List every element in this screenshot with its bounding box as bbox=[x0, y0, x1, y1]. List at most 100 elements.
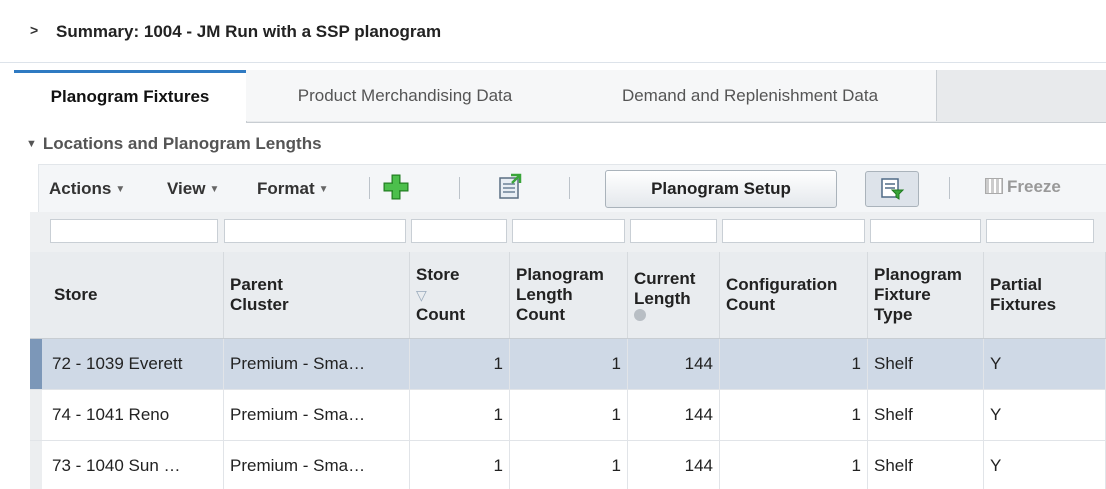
table-row[interactable]: 74 - 1041 Reno Premium - Sma… 1 1 144 1 … bbox=[30, 390, 1106, 441]
cell-store-count: 1 bbox=[410, 390, 510, 440]
header-label: Planogram bbox=[516, 265, 604, 284]
tab-demand-and-replenishment-data[interactable]: Demand and Replenishment Data bbox=[564, 70, 937, 121]
header-label: Count bbox=[516, 305, 566, 324]
header-label: Planogram bbox=[874, 265, 962, 284]
column-header-store-count[interactable]: Store ▽ Count bbox=[410, 252, 510, 338]
freeze-label: Freeze bbox=[1007, 177, 1061, 196]
info-icon[interactable] bbox=[634, 309, 646, 321]
column-header-planogram-length-count[interactable]: Planogram Length Count bbox=[510, 252, 628, 338]
filter-input-planogram-length-count[interactable] bbox=[512, 219, 625, 243]
chevron-down-icon: ▼ bbox=[318, 184, 329, 195]
export-icon[interactable] bbox=[497, 173, 523, 206]
table-header-row: Store Parent Cluster Store ▽ Count Planog… bbox=[30, 252, 1106, 339]
header-label: Length bbox=[516, 285, 573, 304]
cell-current-length: 144 bbox=[628, 390, 720, 440]
cell-configuration-count: 1 bbox=[720, 441, 868, 489]
filter-input-configuration-count[interactable] bbox=[722, 219, 865, 243]
planogram-lengths-table: Store Parent Cluster Store ▽ Count Planog… bbox=[30, 212, 1106, 489]
table-row[interactable]: 73 - 1040 Sun … Premium - Sma… 1 1 144 1… bbox=[30, 441, 1106, 489]
filter-input-fixture-type[interactable] bbox=[870, 219, 981, 243]
toolbar-divider bbox=[459, 177, 460, 199]
column-header-current-length[interactable]: Current Length bbox=[628, 252, 720, 338]
cell-partial-fixtures: Y bbox=[984, 339, 1106, 389]
filter-input-parent-cluster[interactable] bbox=[224, 219, 406, 243]
cell-fixture-type: Shelf bbox=[868, 390, 984, 440]
cell-current-length: 144 bbox=[628, 339, 720, 389]
row-selection-marker[interactable] bbox=[30, 390, 42, 440]
cell-configuration-count: 1 bbox=[720, 390, 868, 440]
toolbar-divider bbox=[569, 177, 570, 199]
format-menu[interactable]: Format ▼ bbox=[257, 179, 329, 199]
tab-strip: Planogram Fixtures Product Merchandising… bbox=[14, 70, 1106, 123]
summary-header: > Summary: 1004 - JM Run with a SSP plan… bbox=[0, 0, 1106, 63]
header-label: Partial bbox=[990, 275, 1042, 294]
section-header[interactable]: ▼ Locations and Planogram Lengths bbox=[26, 134, 322, 154]
header-label: Cluster bbox=[230, 295, 289, 314]
cell-configuration-count: 1 bbox=[720, 339, 868, 389]
view-menu[interactable]: View ▼ bbox=[167, 179, 219, 199]
header-label: Current bbox=[634, 269, 696, 288]
header-label: Parent bbox=[230, 275, 283, 294]
column-header-configuration-count[interactable]: Configuration Count bbox=[720, 252, 868, 338]
cell-planogram-length-count: 1 bbox=[510, 390, 628, 440]
filter-input-store[interactable] bbox=[50, 219, 218, 243]
header-label-with-sort: Store ▽ bbox=[416, 265, 465, 305]
filter-input-store-count[interactable] bbox=[411, 219, 507, 243]
table-toolbar: Actions ▼ View ▼ Format ▼ Planogram Setup bbox=[38, 164, 1106, 214]
chevron-down-icon: ▼ bbox=[115, 184, 126, 195]
filter-input-partial-fixtures[interactable] bbox=[986, 219, 1094, 243]
row-selection-marker[interactable] bbox=[30, 339, 42, 389]
cell-partial-fixtures: Y bbox=[984, 390, 1106, 440]
column-header-parent-cluster[interactable]: Parent Cluster bbox=[224, 252, 410, 338]
chevron-down-icon: ▼ bbox=[209, 184, 220, 195]
freeze-columns-icon bbox=[985, 178, 1003, 194]
cell-fixture-type: Shelf bbox=[868, 339, 984, 389]
freeze-button[interactable]: Freeze bbox=[985, 177, 1061, 197]
view-menu-label: View bbox=[167, 179, 206, 198]
table-row[interactable]: 72 - 1039 Everett Premium - Sma… 1 1 144… bbox=[30, 339, 1106, 390]
header-label: Store bbox=[54, 285, 98, 304]
expand-chevron-icon[interactable]: > bbox=[30, 22, 38, 38]
header-label: Fixture bbox=[874, 285, 931, 304]
cell-partial-fixtures: Y bbox=[984, 441, 1106, 489]
tab-planogram-fixtures[interactable]: Planogram Fixtures bbox=[14, 70, 247, 123]
column-header-store[interactable]: Store bbox=[44, 252, 224, 338]
toolbar-divider bbox=[949, 177, 950, 199]
column-header-fixture-type[interactable]: Planogram Fixture Type bbox=[868, 252, 984, 338]
cell-parent-cluster: Premium - Sma… bbox=[224, 441, 410, 489]
header-label: Count bbox=[416, 305, 466, 324]
cell-planogram-length-count: 1 bbox=[510, 339, 628, 389]
actions-menu[interactable]: Actions ▼ bbox=[49, 179, 125, 199]
header-label: Fixtures bbox=[990, 295, 1057, 314]
cell-current-length: 144 bbox=[628, 441, 720, 489]
header-label: Count bbox=[726, 295, 776, 314]
cell-store-count: 1 bbox=[410, 339, 510, 389]
sort-descending-icon[interactable]: ▽ bbox=[416, 285, 465, 305]
tab-product-merchandising-data[interactable]: Product Merchandising Data bbox=[246, 70, 565, 121]
header-label: Type bbox=[874, 305, 913, 324]
cell-store: 72 - 1039 Everett bbox=[42, 339, 224, 389]
cell-fixture-type: Shelf bbox=[868, 441, 984, 489]
header-label: Store bbox=[416, 265, 460, 284]
cell-parent-cluster: Premium - Sma… bbox=[224, 339, 410, 389]
add-icon[interactable] bbox=[383, 173, 409, 206]
toolbar-divider bbox=[369, 177, 370, 199]
collapse-triangle-icon[interactable]: ▼ bbox=[26, 138, 37, 150]
row-selection-marker[interactable] bbox=[30, 441, 42, 489]
cell-store: 73 - 1040 Sun … bbox=[42, 441, 224, 489]
format-menu-label: Format bbox=[257, 179, 315, 198]
summary-title: Summary: 1004 - JM Run with a SSP planog… bbox=[56, 22, 442, 41]
column-header-partial-fixtures[interactable]: Partial Fixtures bbox=[984, 252, 1106, 338]
header-label-with-info: Length bbox=[634, 289, 695, 321]
section-title: Locations and Planogram Lengths bbox=[42, 134, 322, 153]
actions-menu-label: Actions bbox=[49, 179, 112, 198]
query-by-example-button[interactable] bbox=[865, 171, 919, 207]
cell-planogram-length-count: 1 bbox=[510, 441, 628, 489]
filter-row bbox=[30, 212, 1106, 252]
cell-store: 74 - 1041 Reno bbox=[42, 390, 224, 440]
filter-input-current-length[interactable] bbox=[630, 219, 717, 243]
query-by-example-icon bbox=[881, 178, 905, 200]
header-label: Length bbox=[634, 289, 691, 308]
cell-parent-cluster: Premium - Sma… bbox=[224, 390, 410, 440]
planogram-setup-button[interactable]: Planogram Setup bbox=[605, 170, 837, 208]
